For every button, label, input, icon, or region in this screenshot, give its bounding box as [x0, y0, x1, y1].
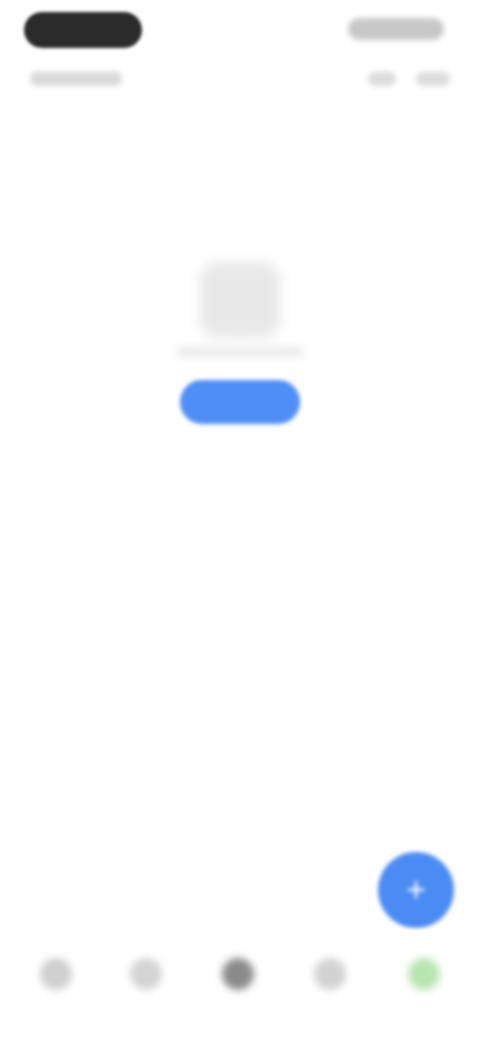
nav-item-home[interactable]: [26, 950, 86, 1020]
circle-icon: [222, 958, 254, 990]
list-icon: [314, 958, 346, 990]
empty-box-icon: [200, 262, 280, 338]
search-icon: [130, 958, 162, 990]
status-time: [348, 18, 444, 40]
header-left-label: [30, 72, 122, 86]
header-menu-icon[interactable]: [416, 72, 450, 86]
add-fab-button[interactable]: +: [378, 852, 454, 928]
home-icon: [40, 958, 72, 990]
app-screen: +: [0, 0, 480, 1040]
nav-item-search[interactable]: [116, 950, 176, 1020]
nav-item-list[interactable]: [300, 950, 360, 1020]
nav-item-profile[interactable]: [394, 950, 454, 1020]
nav-item-center[interactable]: [208, 950, 268, 1020]
plus-icon: +: [406, 871, 426, 909]
header-action-icon[interactable]: [368, 72, 396, 86]
empty-state-caption: [176, 346, 304, 358]
bottom-navigation: [0, 930, 480, 1040]
primary-action-button[interactable]: [180, 380, 300, 424]
profile-icon: [408, 958, 440, 990]
status-bar-pill: [24, 12, 142, 48]
